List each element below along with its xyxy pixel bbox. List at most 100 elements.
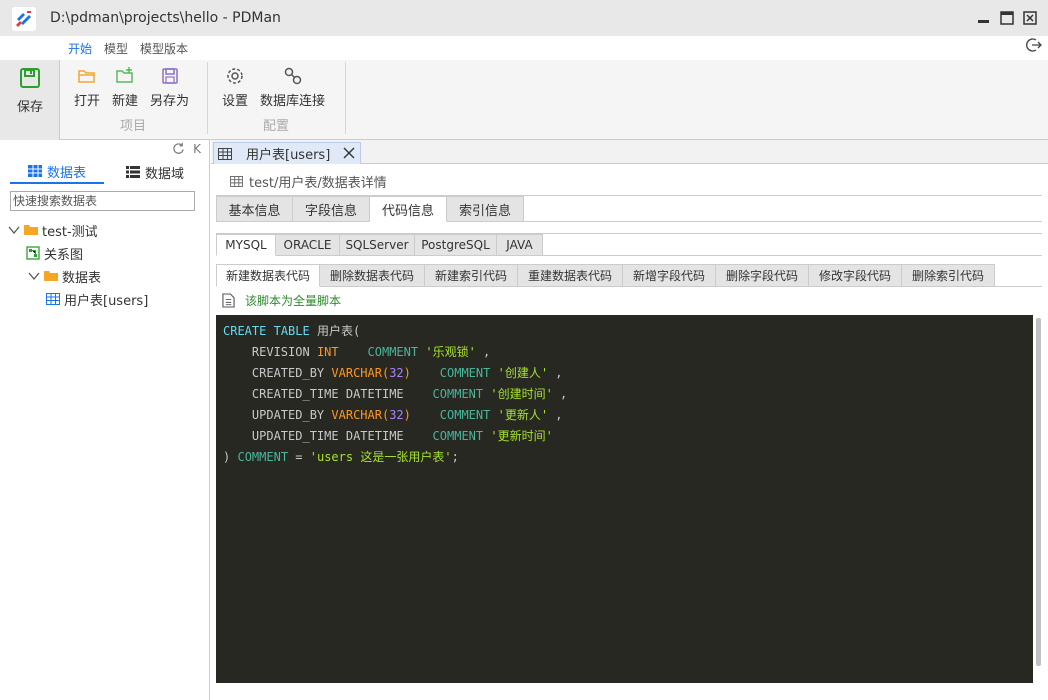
tree-item-label: 数据表 <box>62 270 102 286</box>
tab-domains-label: 数据域 <box>145 166 185 182</box>
left-panel: K 数据表 数据域 test-测试 关系图 数据表 用户表[users] <box>0 140 210 700</box>
tab-domains[interactable]: 数据域 <box>126 160 184 184</box>
tab-oracle[interactable]: ORACLE <box>276 234 340 256</box>
tab-add-field-code[interactable]: 新增字段代码 <box>623 264 716 287</box>
code-field-name: REVISION <box>251 345 310 359</box>
close-tab-icon[interactable] <box>342 146 356 160</box>
ribbon-divider <box>207 62 208 134</box>
tab-mysql[interactable]: MYSQL <box>216 234 276 256</box>
menu-tab-start[interactable]: 开始 <box>62 36 99 60</box>
tab-sqlserver[interactable]: SQLServer <box>340 234 415 256</box>
folder-icon <box>24 225 38 235</box>
tab-drop-index-code[interactable]: 删除索引代码 <box>902 264 995 287</box>
window-title: D:\pdman\projects\hello - PDMan <box>50 10 281 26</box>
breadcrumb-text: test/用户表/数据表详情 <box>249 175 387 191</box>
tab-create-index-code[interactable]: 新建索引代码 <box>425 264 518 287</box>
tab-tables-label: 数据表 <box>46 165 86 181</box>
script-note-text: 该脚本为全量脚本 <box>245 294 342 308</box>
save-button[interactable]: 保存 <box>0 60 60 140</box>
code-keyword: COMMENT <box>432 387 484 401</box>
code-keyword: COMMENT <box>432 429 484 443</box>
save-as-icon <box>161 68 178 84</box>
tab-rebuild-table-code[interactable]: 重建数据表代码 <box>518 264 623 287</box>
code-string: '创建时间' <box>490 387 553 401</box>
db-connection-label: 数据库连接 <box>260 94 326 109</box>
gear-icon <box>227 68 243 84</box>
code-string: 'users 这是一张用户表' <box>309 450 452 464</box>
menu-tab-model-version[interactable]: 模型版本 <box>134 36 194 60</box>
pdman-logo-icon <box>12 7 36 31</box>
editor-scrollbar[interactable] <box>1036 318 1041 666</box>
tab-modify-field-code[interactable]: 修改字段代码 <box>809 264 902 287</box>
code-field-name: UPDATED_BY <box>251 408 325 422</box>
tree-item-label: 用户表[users] <box>64 293 149 309</box>
tab-basic-info[interactable]: 基本信息 <box>216 196 293 222</box>
tab-postgresql[interactable]: PostgreSQL <box>415 234 497 256</box>
code-string: '更新时间' <box>490 429 553 443</box>
folder-icon <box>44 271 58 281</box>
code-line: CREATED_BY VARCHAR(32) COMMENT '创建人' , <box>251 366 563 380</box>
code-string: '创建人' <box>497 366 549 380</box>
code-line: UPDATED_BY VARCHAR(32) COMMENT '更新人' , <box>251 408 563 422</box>
code-number: 32 <box>389 366 404 380</box>
code-type: VARCHAR( <box>331 408 390 422</box>
tab-code-info[interactable]: 代码信息 <box>370 196 447 222</box>
tab-field-info[interactable]: 字段信息 <box>293 196 370 222</box>
table-search-input[interactable] <box>10 191 195 211</box>
code-type: VARCHAR( <box>331 366 390 380</box>
save-as-button[interactable]: 另存为 <box>150 66 189 109</box>
code-line: REVISION INT COMMENT '乐观锁' , <box>251 345 491 359</box>
menu-tab-model[interactable]: 模型 <box>98 36 134 60</box>
tab-users-table[interactable]: 用户表[users] <box>213 142 361 164</box>
folder-open-icon <box>78 70 95 83</box>
document-tab-bar: 用户表[users] <box>211 140 1048 164</box>
save-icon <box>18 66 42 90</box>
tab-drop-table-code[interactable]: 删除数据表代码 <box>320 264 425 287</box>
code-type: DATETIME <box>345 387 404 401</box>
divider <box>524 221 1042 222</box>
code-number: 32 <box>389 408 404 422</box>
table-icon <box>230 175 243 187</box>
save-as-label: 另存为 <box>150 94 190 109</box>
new-label: 新建 <box>112 94 139 109</box>
project-group-label: 项目 <box>120 119 147 134</box>
refresh-icon[interactable] <box>172 142 185 155</box>
tree-item-diagram[interactable]: 关系图 <box>26 243 83 263</box>
settings-button[interactable]: 设置 <box>222 66 248 109</box>
settings-label: 设置 <box>222 94 249 109</box>
tree-item-users-table[interactable]: 用户表[users] <box>46 289 148 309</box>
tree-item-label: 关系图 <box>44 247 84 263</box>
save-label: 保存 <box>16 100 43 115</box>
tab-java[interactable]: JAVA <box>497 234 543 256</box>
code-line: UPDATED_TIME DATETIME COMMENT '更新时间' <box>223 426 1026 447</box>
tab-index-info[interactable]: 索引信息 <box>447 196 524 222</box>
chevron-down-icon[interactable] <box>28 270 40 282</box>
collapse-icon[interactable]: K <box>193 142 201 156</box>
code-keyword: COMMENT <box>237 450 289 464</box>
chevron-down-icon[interactable] <box>8 224 20 236</box>
code-keyword: COMMENT <box>439 366 491 380</box>
tab-drop-field-code[interactable]: 删除字段代码 <box>716 264 809 287</box>
open-label: 打开 <box>74 94 101 109</box>
tab-create-table-code[interactable]: 新建数据表代码 <box>216 264 320 287</box>
code-keyword: TABLE <box>273 324 310 338</box>
script-note: 该脚本为全量脚本 <box>222 292 341 309</box>
close-icon[interactable] <box>1022 10 1038 26</box>
code-line: CREATED_TIME DATETIME COMMENT '创建时间' , <box>251 387 568 401</box>
link-icon <box>284 67 301 85</box>
open-button[interactable]: 打开 <box>74 66 100 109</box>
tab-tables[interactable]: 数据表 <box>10 160 104 184</box>
divider <box>543 255 1042 256</box>
tree-item-project[interactable]: test-测试 <box>8 220 98 240</box>
minimize-icon[interactable] <box>976 10 992 26</box>
code-keyword: COMMENT <box>367 345 419 359</box>
maximize-icon[interactable] <box>999 10 1015 26</box>
code-field-name: CREATED_BY <box>251 366 325 380</box>
tree-item-tables-folder[interactable]: 数据表 <box>28 266 101 286</box>
code-editor[interactable]: CREATE TABLE 用户表( REVISION INT COMMENT '… <box>216 315 1033 683</box>
database-tabs: MYSQL ORACLE SQLServer PostgreSQL JAVA <box>216 234 543 256</box>
new-button[interactable]: 新建 <box>112 66 138 109</box>
logout-icon[interactable] <box>1026 37 1042 53</box>
db-connection-button[interactable]: 数据库连接 <box>260 66 325 109</box>
ribbon-toolbar: 保存 打开 新建 另存为 项目 设置 数据库连接 配置 <box>0 60 1048 140</box>
